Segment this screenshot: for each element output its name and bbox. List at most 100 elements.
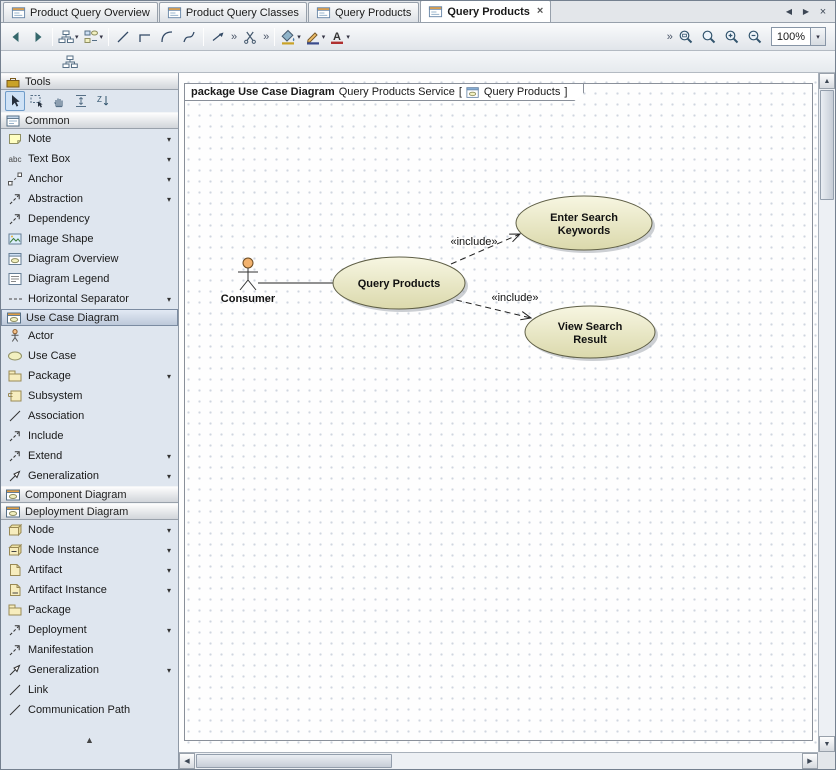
palette-item-manifestation[interactable]: Manifestation	[1, 640, 178, 660]
tab-product-query-overview[interactable]: Product Query Overview	[3, 2, 158, 22]
usecase-query-products[interactable]: Query Products	[333, 257, 468, 312]
section-header-component-diagram[interactable]: Component Diagram	[1, 486, 178, 503]
palette-item-label: Subsystem	[28, 390, 174, 402]
toolbar-overflow-chevron[interactable]: »	[231, 31, 237, 43]
node-icon	[7, 522, 23, 538]
section-header-common[interactable]: Common	[1, 112, 178, 129]
palette-item-deployment[interactable]: Deployment▾	[1, 620, 178, 640]
palette-item-extend[interactable]: Extend▾	[1, 446, 178, 466]
pan-tool-button[interactable]	[49, 91, 69, 111]
palette-item-note[interactable]: Note▾	[1, 129, 178, 149]
palette-item-artifact[interactable]: Artifact▾	[1, 560, 178, 580]
horizontal-scrollbar-thumb[interactable]	[196, 754, 392, 768]
vertical-scrollbar[interactable]: ▲ ▼	[818, 73, 835, 752]
generalization-icon	[7, 662, 23, 678]
dropdown-arrow-icon[interactable]: ▾	[810, 28, 825, 45]
zoom-out-button[interactable]	[744, 26, 766, 48]
scroll-up-button[interactable]: ▲	[819, 73, 835, 89]
tab-label: Product Query Classes	[186, 7, 299, 19]
palette-item-generalization[interactable]: Generalization▾	[1, 466, 178, 486]
palette-item-image-shape[interactable]: Image Shape	[1, 229, 178, 249]
tab-close-icon[interactable]: ×	[537, 6, 543, 17]
palette-item-label: Abstraction	[28, 193, 162, 205]
grid-shapes-icon	[83, 29, 99, 45]
palette-item-use-case[interactable]: Use Case	[1, 346, 178, 366]
palette-scroll-up-button[interactable]: ▲	[1, 732, 178, 748]
toolbar-overflow-chevron[interactable]: »	[667, 31, 673, 43]
svg-text:abc: abc	[9, 155, 22, 164]
palette-item-node-instance[interactable]: Node Instance▾	[1, 540, 178, 560]
tab-query-products[interactable]: Query Products	[308, 2, 419, 22]
toolbar-overflow-chevron[interactable]: »	[263, 31, 269, 43]
zoom-fit-button[interactable]	[698, 26, 720, 48]
palette-item-generalization[interactable]: Generalization▾	[1, 660, 178, 680]
zoom-level-select[interactable]: 100% ▾	[771, 27, 826, 46]
palette-item-node[interactable]: Node▾	[1, 520, 178, 540]
scroll-tabs-left-button[interactable]: ◀	[781, 4, 797, 19]
horizontal-scrollbar[interactable]: ◀ ▶	[179, 752, 818, 769]
palette-item-diagram-legend[interactable]: Diagram Legend	[1, 269, 178, 289]
scroll-tabs-right-button[interactable]: ▶	[798, 4, 814, 19]
palette-item-link[interactable]: Link	[1, 680, 178, 700]
toolbar-right-group: » 100% ▾	[665, 26, 831, 48]
spline-path-button[interactable]	[178, 26, 200, 48]
palette-item-label: Anchor	[28, 173, 162, 185]
palette-item-include[interactable]: Include	[1, 426, 178, 446]
section-header-deployment-diagram[interactable]: Deployment Diagram	[1, 503, 178, 520]
distribute-tool-button[interactable]	[71, 91, 91, 111]
diagram-canvas[interactable]: package Use Case Diagram Query Products …	[179, 73, 818, 752]
zoom-region-button[interactable]	[675, 26, 697, 48]
zoom-in-button[interactable]	[721, 26, 743, 48]
palette-item-label: Communication Path	[28, 704, 174, 716]
usecase-view-search-result[interactable]: View Search Result	[525, 306, 658, 361]
pencil-icon	[305, 29, 321, 45]
forward-button[interactable]	[27, 26, 49, 48]
close-tab-button[interactable]: ×	[815, 4, 831, 19]
dropdown-arrow-icon: ▾	[167, 546, 174, 555]
palette-item-label: Dependency	[28, 213, 174, 225]
mag-plus-icon	[724, 29, 740, 45]
related-elements-button[interactable]	[59, 51, 81, 73]
palette-item-horizontal-separator[interactable]: Horizontal Separator▾	[1, 289, 178, 309]
palette-item-communication-path[interactable]: Communication Path	[1, 700, 178, 720]
dashed-arrow-icon	[7, 191, 23, 207]
path-oblique-icon	[115, 29, 131, 45]
tab-query-products[interactable]: Query Products×	[420, 0, 551, 22]
section-header-tools[interactable]: Tools	[1, 73, 178, 90]
pointer-tool-button[interactable]	[5, 91, 25, 111]
scroll-left-button[interactable]: ◀	[179, 753, 195, 769]
add-shapes-button[interactable]: ▾	[81, 26, 106, 48]
scroll-right-button[interactable]: ▶	[802, 753, 818, 769]
palette-item-abstraction[interactable]: Abstraction▾	[1, 189, 178, 209]
palette-item-actor[interactable]: Actor	[1, 326, 178, 346]
palette-item-diagram-overview[interactable]: Diagram Overview	[1, 249, 178, 269]
palette-item-subsystem[interactable]: Subsystem	[1, 386, 178, 406]
tab-product-query-classes[interactable]: Product Query Classes	[159, 2, 307, 22]
font-color-button[interactable]: A▾	[327, 26, 352, 48]
line-color-button[interactable]: ▾	[303, 26, 328, 48]
quick-layout-button[interactable]: ▾	[56, 26, 81, 48]
scroll-down-button[interactable]: ▼	[819, 736, 835, 752]
palette-item-text-box[interactable]: abcText Box▾	[1, 149, 178, 169]
draw-path-button[interactable]	[207, 26, 229, 48]
oblique-path-button[interactable]	[112, 26, 134, 48]
sort-tool-button[interactable]: Z	[93, 91, 113, 111]
rectilinear-path-button[interactable]	[134, 26, 156, 48]
marquee-select-tool-button[interactable]	[27, 91, 47, 111]
curved-path-button[interactable]	[156, 26, 178, 48]
back-button[interactable]	[5, 26, 27, 48]
palette-item-artifact-instance[interactable]: Artifact Instance▾	[1, 580, 178, 600]
fill-color-button[interactable]: ▾	[278, 26, 303, 48]
palette-item-anchor[interactable]: Anchor▾	[1, 169, 178, 189]
actor-consumer[interactable]: Consumer	[221, 258, 276, 305]
palette-item-dependency[interactable]: Dependency	[1, 209, 178, 229]
palette-item-association[interactable]: Association	[1, 406, 178, 426]
section-header-use-case-diagram[interactable]: Use Case Diagram	[1, 309, 178, 326]
cut-button[interactable]	[239, 26, 261, 48]
vertical-scrollbar-thumb[interactable]	[820, 90, 834, 200]
palette-item-label: Generalization	[28, 470, 162, 482]
usecase-enter-search-keywords[interactable]: Enter Search Keywords	[516, 196, 655, 253]
dropdown-arrow-icon: ▾	[75, 33, 79, 41]
palette-item-package[interactable]: Package▾	[1, 366, 178, 386]
palette-item-package[interactable]: Package	[1, 600, 178, 620]
